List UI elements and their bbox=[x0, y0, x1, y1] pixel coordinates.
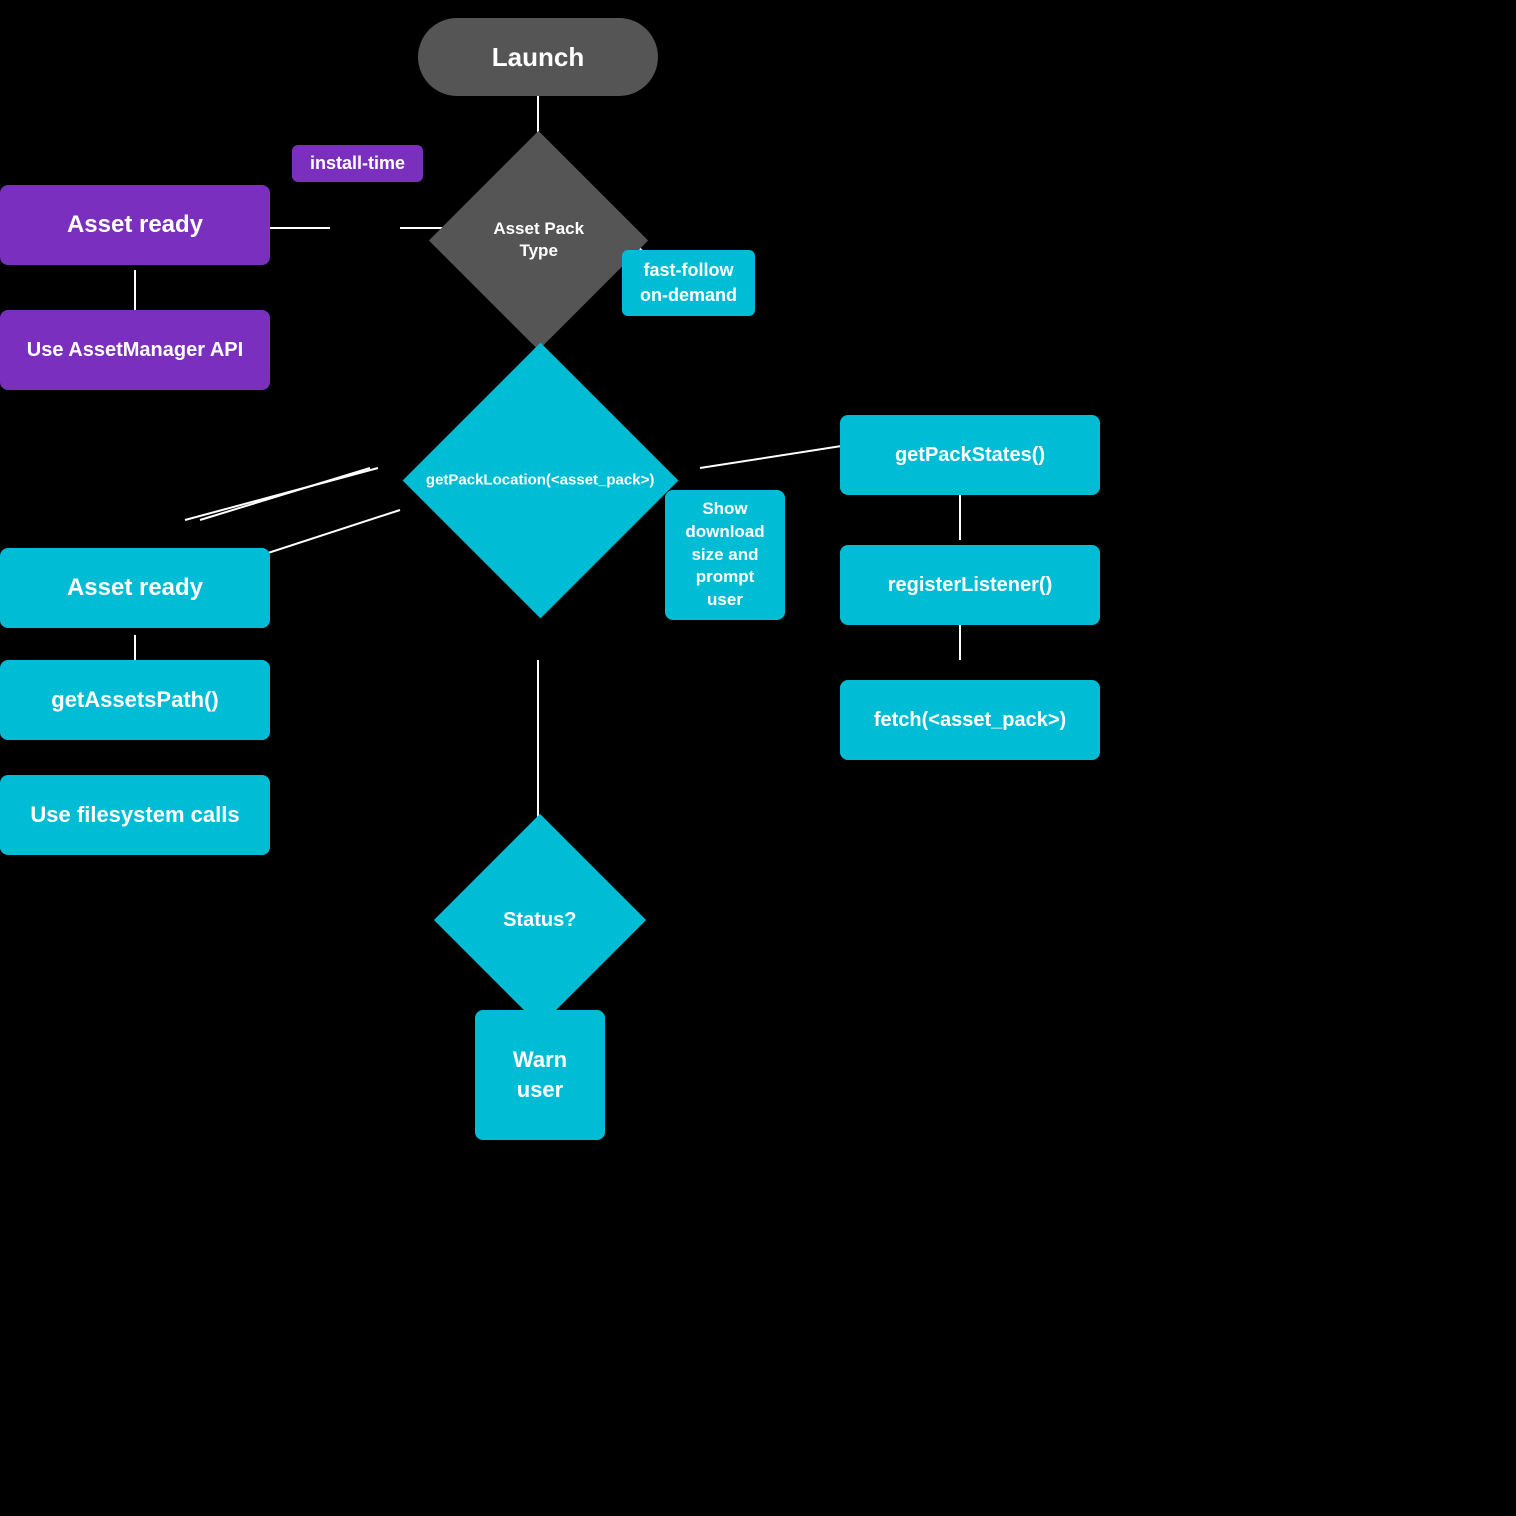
use-filesystem-node: Use filesystem calls bbox=[0, 775, 270, 855]
asset-ready-node-1: Asset ready bbox=[0, 185, 270, 265]
status-label: Status? bbox=[503, 907, 576, 933]
get-pack-location-label: getPackLocation(<asset_pack>) bbox=[426, 470, 654, 490]
fetch-asset-pack-node: fetch(<asset_pack>) bbox=[840, 680, 1100, 760]
warn-user-node: Warn user bbox=[475, 1010, 605, 1140]
status-diamond: Status? bbox=[430, 820, 650, 1020]
register-listener-node: registerListener() bbox=[840, 545, 1100, 625]
show-download-node: Show download size and prompt user bbox=[665, 490, 785, 620]
fast-follow-tag: fast-follow on-demand bbox=[622, 250, 755, 316]
use-asset-manager-node: Use AssetManager API bbox=[0, 310, 270, 390]
asset-ready-node-2: Asset ready bbox=[0, 548, 270, 628]
launch-node: Launch bbox=[418, 18, 658, 96]
install-time-tag: install-time bbox=[292, 145, 423, 182]
get-assets-path-node: getAssetsPath() bbox=[0, 660, 270, 740]
asset-pack-type-label: Asset Pack Type bbox=[493, 218, 584, 262]
get-pack-states-node: getPackStates() bbox=[840, 415, 1100, 495]
